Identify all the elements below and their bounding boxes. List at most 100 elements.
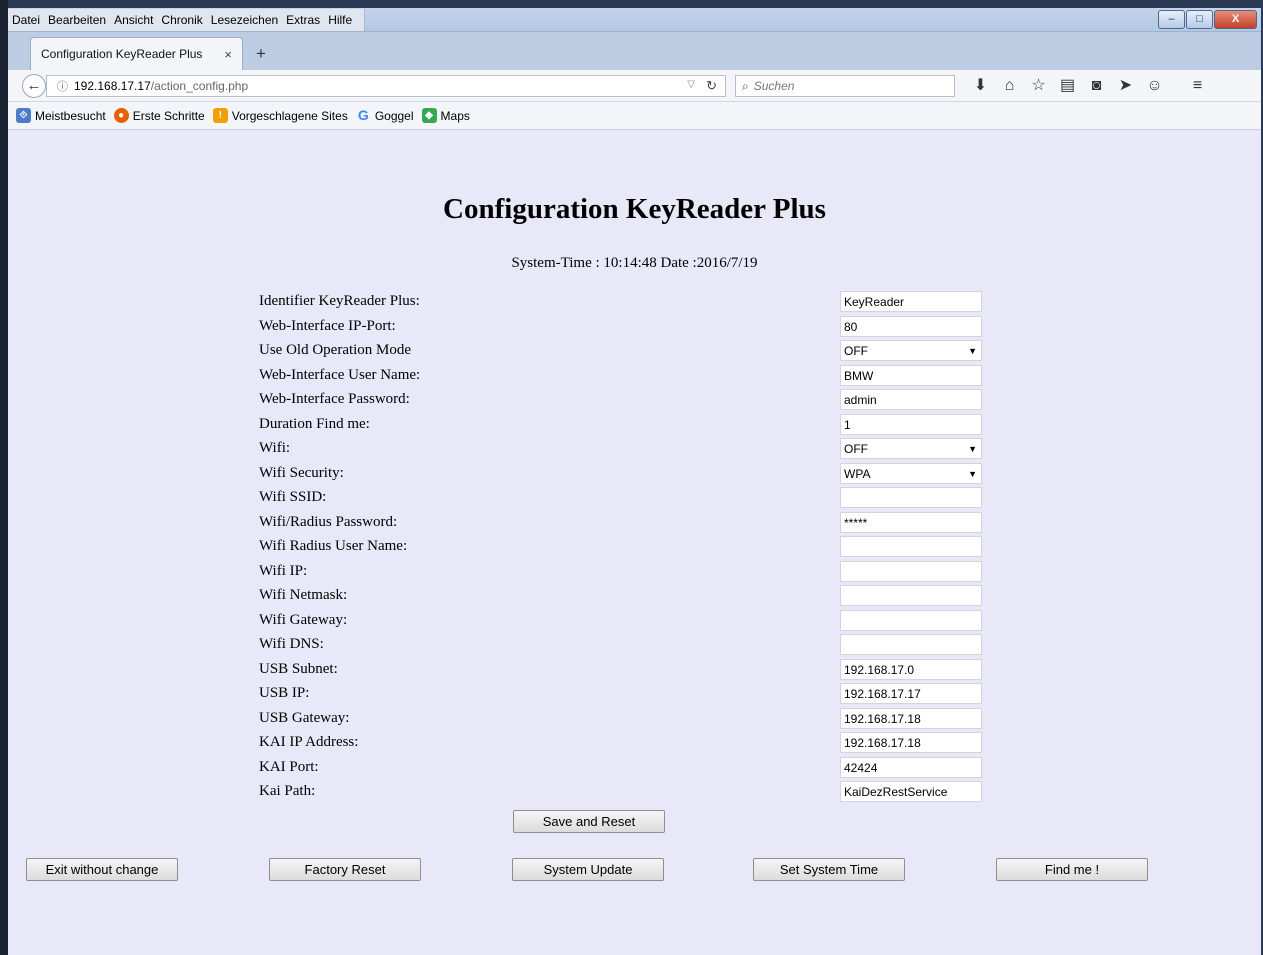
field-label: USB Gateway:: [259, 709, 350, 726]
text-field[interactable]: *****: [840, 511, 982, 533]
menu-lesezeichen[interactable]: Lesezeichen: [211, 13, 278, 27]
bookmark-meistbesucht[interactable]: ⟐ Meistbesucht: [16, 108, 106, 123]
save-reset-button[interactable]: Save and Reset: [513, 810, 665, 833]
home-icon[interactable]: ⌂: [995, 76, 1024, 96]
maps-icon: ◆: [421, 108, 437, 123]
tab-active[interactable]: Configuration KeyReader Plus ×: [30, 37, 243, 70]
field-value: OFF: [844, 442, 868, 456]
close-window-button[interactable]: X: [1214, 10, 1257, 29]
star-icon[interactable]: ☆: [1024, 76, 1053, 96]
factory-reset-button[interactable]: Factory Reset: [269, 858, 421, 881]
form-row: Use Old Operation Mode OFF ▼: [259, 339, 984, 364]
search-icon: ⌕: [742, 78, 749, 93]
search-input[interactable]: ⌕ Suchen: [735, 75, 955, 97]
select-field[interactable]: OFF ▼: [840, 340, 982, 361]
url-dropdown-icon[interactable]: ▽: [687, 79, 695, 90]
chat-icon[interactable]: ☺: [1140, 76, 1169, 96]
new-tab-button[interactable]: +: [256, 44, 266, 64]
text-field[interactable]: 192.168.17.17: [840, 683, 982, 704]
field-label: Wifi DNS:: [259, 636, 324, 652]
text-field[interactable]: 1: [840, 413, 982, 435]
field-label: Identifier KeyReader Plus:: [259, 293, 420, 309]
url-bar[interactable]: ⓘ 192.168.17.17/action_config.php ▽ ↻: [46, 75, 726, 97]
back-button[interactable]: ←: [22, 74, 46, 98]
window-controls: – □ X: [1157, 10, 1257, 29]
menu-extras[interactable]: Extras: [286, 13, 320, 27]
field-value: 192.168.17.0: [844, 662, 915, 677]
bookmark-vorgeschlagene-sites[interactable]: ! Vorgeschlagene Sites: [212, 108, 348, 123]
send-icon[interactable]: ➤: [1111, 76, 1140, 96]
menu-hilfe[interactable]: Hilfe: [328, 13, 352, 27]
text-field[interactable]: KaiDezRestService: [840, 781, 982, 802]
text-field[interactable]: KeyReader: [840, 291, 982, 312]
bookmark-label: Vorgeschlagene Sites: [231, 108, 348, 123]
form-row: Wifi Security: WPA ▼: [259, 462, 984, 487]
set-system-time-button[interactable]: Set System Time: [753, 858, 905, 881]
text-field[interactable]: [840, 585, 982, 606]
menu-ansicht[interactable]: Ansicht: [114, 13, 153, 27]
field-label: KAI IP Address:: [259, 734, 359, 750]
tab-title: Configuration KeyReader Plus: [41, 47, 203, 61]
field-value: BMW: [844, 368, 874, 383]
field-value: OFF: [844, 344, 868, 358]
menu-icon[interactable]: ≡: [1183, 76, 1212, 96]
form-row: Wifi DNS:: [259, 633, 984, 658]
text-field[interactable]: [840, 536, 982, 557]
system-update-button[interactable]: System Update: [512, 858, 664, 881]
menu-bar: Datei Bearbeiten Ansicht Chronik Lesezei…: [8, 9, 366, 31]
form-row: Wifi Radius User Name:: [259, 535, 984, 560]
text-field[interactable]: [840, 634, 982, 655]
minimize-button[interactable]: –: [1158, 10, 1185, 29]
most-visited-icon: ⟐: [16, 108, 31, 123]
text-field[interactable]: 192.168.17.0: [840, 658, 982, 680]
field-label: Wifi SSID:: [259, 489, 327, 505]
field-value: 192.168.17.18: [844, 711, 921, 726]
find-me-button[interactable]: Find me !: [996, 858, 1148, 881]
download-icon[interactable]: ⬇: [966, 76, 995, 96]
menu-chronik[interactable]: Chronik: [161, 13, 202, 27]
field-label: Web-Interface Password:: [259, 391, 410, 407]
menu-datei[interactable]: Datei: [12, 13, 40, 27]
field-label: Wifi/Radius Password:: [259, 513, 398, 530]
dropdown-arrow-icon: ▼: [968, 346, 977, 356]
field-label: KAI Port:: [259, 758, 319, 775]
text-field[interactable]: 42424: [840, 756, 982, 778]
google-icon: G: [357, 107, 369, 123]
bookmark-label: Meistbesucht: [35, 108, 106, 123]
tab-bar: Configuration KeyReader Plus × +: [8, 32, 1261, 70]
reading-list-icon[interactable]: ▤: [1053, 76, 1082, 96]
text-field[interactable]: 80: [840, 315, 982, 337]
text-field[interactable]: 192.168.17.18: [840, 707, 982, 729]
bookmark-goggel[interactable]: G Goggel: [356, 108, 414, 123]
text-field[interactable]: [840, 487, 982, 508]
field-label: Web-Interface User Name:: [259, 366, 421, 383]
form-row: Wifi IP:: [259, 560, 984, 585]
bookmark-erste-schritte[interactable]: ● Erste Schritte: [113, 108, 205, 123]
text-field[interactable]: 192.168.17.18: [840, 732, 982, 753]
text-field[interactable]: [840, 609, 982, 631]
maximize-button[interactable]: □: [1186, 10, 1213, 29]
bookmarks-bar: ⟐ Meistbesucht ● Erste Schritte ! Vorges…: [8, 102, 1261, 130]
field-label: USB Subnet:: [259, 660, 338, 677]
reload-icon[interactable]: ↻: [706, 78, 717, 94]
menu-bearbeiten[interactable]: Bearbeiten: [48, 13, 106, 27]
url-host: 192.168.17.17: [74, 79, 151, 93]
form-row: Identifier KeyReader Plus: KeyReader: [259, 290, 984, 315]
exit-button[interactable]: Exit without change: [26, 858, 178, 881]
field-label: Duration Find me:: [259, 415, 370, 432]
form-row: Wifi Netmask:: [259, 584, 984, 609]
form-row: USB Subnet: 192.168.17.0: [259, 658, 984, 683]
pocket-icon[interactable]: ◙: [1082, 76, 1111, 96]
bookmark-maps[interactable]: ◆ Maps: [421, 108, 470, 123]
tab-close-icon[interactable]: ×: [224, 47, 232, 62]
select-field[interactable]: WPA ▼: [840, 462, 982, 484]
field-label: Use Old Operation Mode: [259, 342, 412, 358]
select-field[interactable]: OFF ▼: [840, 438, 982, 459]
info-icon[interactable]: ⓘ: [57, 78, 68, 94]
text-field[interactable]: admin: [840, 389, 982, 410]
navigation-bar: ← ⓘ 192.168.17.17/action_config.php ▽ ↻ …: [8, 70, 1261, 102]
text-field[interactable]: BMW: [840, 364, 982, 386]
text-field[interactable]: [840, 560, 982, 582]
field-value: WPA: [844, 466, 871, 481]
bookmark-label: Goggel: [374, 108, 414, 123]
